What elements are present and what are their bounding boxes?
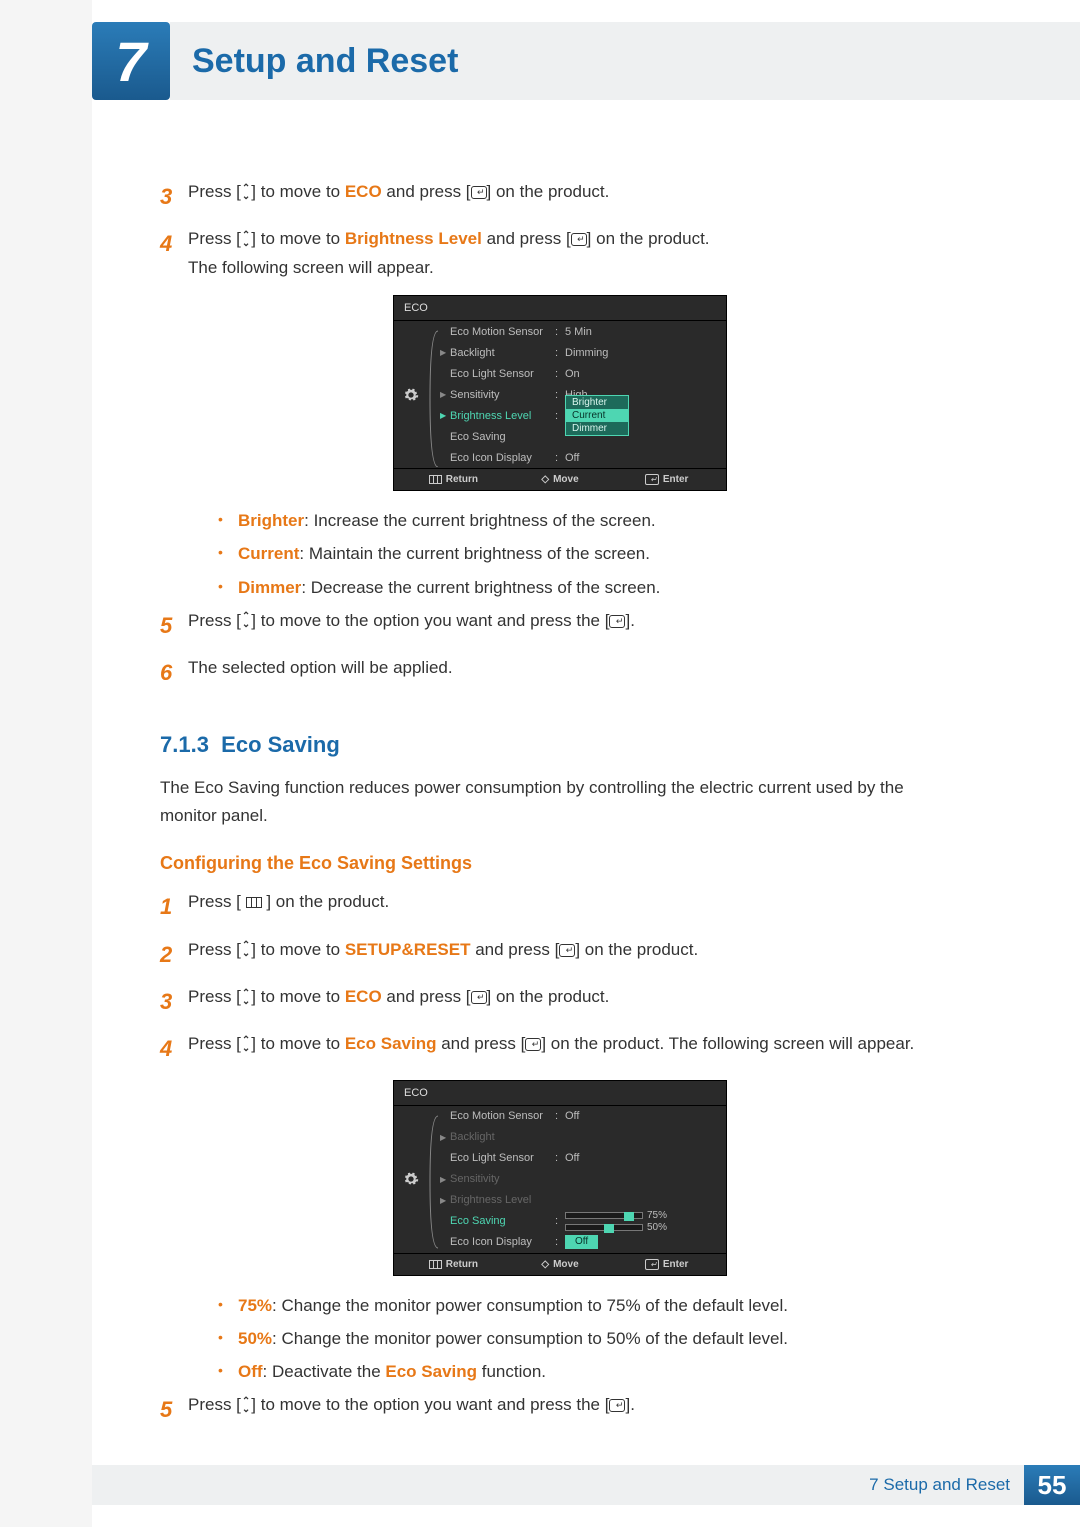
osd-row: ▶Backlight <box>440 1127 726 1148</box>
bullet-dot-icon: • <box>218 540 238 567</box>
bullet-dot-icon: • <box>218 1325 238 1352</box>
bullet-item: •Current: Maintain the current brightnes… <box>218 540 960 567</box>
updown-icon: ⌃⌄ <box>242 185 250 201</box>
menu-icon <box>429 475 442 484</box>
enter-icon: ↵ <box>471 991 487 1004</box>
subsection-heading: Configuring the Eco Saving Settings <box>160 853 960 874</box>
step-3: 3Press [⌃⌄] to move to ECO and press [↵]… <box>160 983 960 1020</box>
bullet-item: •Brighter: Increase the current brightne… <box>218 507 960 534</box>
osd-row: ▶Brightness Level:BrighterCurrentDimmer <box>440 405 726 426</box>
menu-icon <box>429 1260 442 1269</box>
step-number: 5 <box>160 1391 188 1428</box>
osd-row: ▶Backlight:Dimming <box>440 342 726 363</box>
osd-title: ECO <box>394 1081 726 1106</box>
enter-icon: ↵ <box>525 1038 541 1051</box>
step-number: 4 <box>160 225 188 283</box>
osd-row: Eco Light Sensor:Off <box>440 1148 726 1169</box>
osd-slider: 50% <box>565 1222 673 1233</box>
step-5: 5Press [⌃⌄] to move to the option you wa… <box>160 1391 960 1428</box>
step-1: 1Press [ ] on the product. <box>160 888 960 925</box>
bullet-item: •75%: Change the monitor power consumpti… <box>218 1292 960 1319</box>
section-heading-713: 7.1.3 Eco Saving <box>160 732 960 758</box>
page-footer: 7 Setup and Reset 55 <box>92 1465 1080 1505</box>
enter-icon: ↵ <box>609 615 625 628</box>
bullet-dot-icon: • <box>218 1358 238 1385</box>
gear-icon <box>403 1171 419 1187</box>
updown-icon: ⌃⌄ <box>242 990 250 1006</box>
step-4: 4Press [⌃⌄] to move to Eco Saving and pr… <box>160 1030 960 1067</box>
osd-footer: Return ◇Move ↵Enter <box>394 468 726 490</box>
bracket-icon <box>428 1112 440 1250</box>
updown-icon: ⌃⌄ <box>242 1037 250 1053</box>
step-text: Press [ ] on the product. <box>188 888 389 925</box>
enter-icon: ↵ <box>645 1259 659 1270</box>
step-number: 1 <box>160 888 188 925</box>
step-4: 4Press [⌃⌄] to move to Brightness Level … <box>160 225 960 283</box>
step-text: Press [⌃⌄] to move to the option you wan… <box>188 1391 635 1428</box>
osd-row: ▶Brightness Level <box>440 1190 726 1211</box>
footer-chapter-label: 7 Setup and Reset <box>92 1465 1024 1505</box>
page-content: 3Press [⌃⌄] to move to ECO and press [↵]… <box>160 178 960 1439</box>
osd-row: Eco Motion Sensor:5 Min <box>440 321 726 342</box>
osd-dropdown: BrighterCurrentDimmer <box>565 395 629 436</box>
step-number: 3 <box>160 983 188 1020</box>
osd-screenshot-brightness: ECO Eco Motion Sensor:5 Min▶Backlight:Di… <box>393 295 727 491</box>
menu-icon <box>246 897 262 908</box>
step-text: Press [⌃⌄] to move to Brightness Level a… <box>188 225 710 283</box>
step-number: 6 <box>160 654 188 691</box>
step-2: 2Press [⌃⌄] to move to SETUP&RESET and p… <box>160 936 960 973</box>
page-number: 55 <box>1024 1465 1080 1505</box>
step-6: 6The selected option will be applied. <box>160 654 960 691</box>
step-text: Press [⌃⌄] to move to the option you wan… <box>188 607 635 644</box>
step-text: Press [⌃⌄] to move to ECO and press [↵] … <box>188 983 609 1020</box>
page-left-margin <box>0 0 92 1527</box>
enter-icon: ↵ <box>609 1399 625 1412</box>
step-number: 5 <box>160 607 188 644</box>
updown-icon: ⌃⌄ <box>242 232 250 248</box>
bullet-dot-icon: • <box>218 1292 238 1319</box>
osd-row: Eco Icon Display:Off <box>440 447 726 468</box>
chapter-number-badge: 7 <box>92 22 170 100</box>
enter-icon: ↵ <box>645 474 659 485</box>
osd-row: Eco Saving:75%50% <box>440 1211 726 1232</box>
step-number: 3 <box>160 178 188 215</box>
step-text: Press [⌃⌄] to move to ECO and press [↵] … <box>188 178 609 215</box>
chapter-header-band: Setup and Reset <box>170 22 1080 100</box>
step-number: 4 <box>160 1030 188 1067</box>
osd-row: Eco Motion Sensor:Off <box>440 1106 726 1127</box>
enter-icon: ↵ <box>571 233 587 246</box>
enter-icon: ↵ <box>471 186 487 199</box>
step-number: 2 <box>160 936 188 973</box>
bracket-icon <box>428 327 440 467</box>
osd-title: ECO <box>394 296 726 321</box>
osd-slider: 75% <box>565 1210 673 1221</box>
osd-footer: Return ◇Move ↵Enter <box>394 1253 726 1275</box>
bullet-item: •Off: Deactivate the Eco Saving function… <box>218 1358 960 1385</box>
osd-row: Eco Icon Display:Off <box>440 1232 726 1253</box>
osd-row: Eco Light Sensor:On <box>440 363 726 384</box>
step-3: 3Press [⌃⌄] to move to ECO and press [↵]… <box>160 178 960 215</box>
bullet-dot-icon: • <box>218 507 238 534</box>
updown-icon: ⌃⌄ <box>242 1398 250 1414</box>
bullet-item: •Dimmer: Decrease the current brightness… <box>218 574 960 601</box>
bullet-dot-icon: • <box>218 574 238 601</box>
osd-row: ▶Sensitivity <box>440 1169 726 1190</box>
updown-icon: ⌃⌄ <box>242 942 250 958</box>
step-5: 5Press [⌃⌄] to move to the option you wa… <box>160 607 960 644</box>
step-text: Press [⌃⌄] to move to Eco Saving and pre… <box>188 1030 914 1067</box>
step-text: Press [⌃⌄] to move to SETUP&RESET and pr… <box>188 936 698 973</box>
enter-icon: ↵ <box>559 944 575 957</box>
updown-icon: ⌃⌄ <box>242 613 250 629</box>
osd-screenshot-ecosaving: ECO Eco Motion Sensor:Off▶BacklightEco L… <box>393 1080 727 1276</box>
step-text: The selected option will be applied. <box>188 654 453 691</box>
osd-selected-pill: Off <box>565 1235 598 1249</box>
bullet-item: •50%: Change the monitor power consumpti… <box>218 1325 960 1352</box>
chapter-title: Setup and Reset <box>192 42 458 81</box>
gear-icon <box>403 387 419 403</box>
section-intro: The Eco Saving function reduces power co… <box>160 774 960 832</box>
